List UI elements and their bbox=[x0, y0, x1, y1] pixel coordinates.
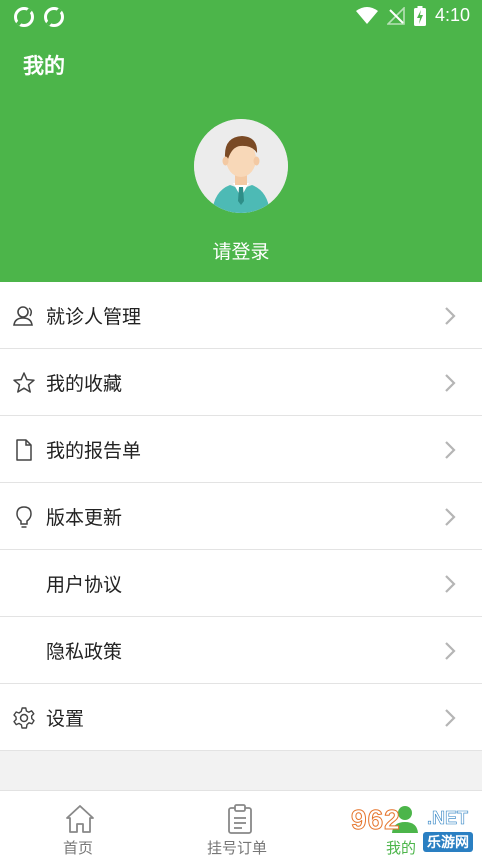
menu-item-version-update[interactable]: 版本更新 bbox=[0, 483, 482, 550]
avatar[interactable] bbox=[194, 119, 288, 213]
tab-label: 挂号订单 bbox=[207, 839, 268, 857]
wifi-icon bbox=[355, 6, 378, 24]
chevron-right-icon bbox=[445, 441, 456, 459]
chevron-right-icon bbox=[445, 307, 456, 325]
document-icon bbox=[16, 439, 32, 461]
tab-home[interactable]: 首页 bbox=[40, 791, 120, 858]
menu-item-patient-management[interactable]: 就诊人管理 bbox=[0, 282, 482, 349]
menu-item-label: 版本更新 bbox=[46, 507, 123, 529]
watermark-logo: 962 .NET 乐游网 bbox=[343, 800, 478, 856]
clipboard-icon bbox=[228, 804, 252, 834]
menu-item-reports[interactable]: 我的报告单 bbox=[0, 416, 482, 483]
menu-item-label: 我的收藏 bbox=[46, 373, 123, 395]
menu-item-label: 用户协议 bbox=[46, 574, 123, 596]
watermark-main: 962 bbox=[351, 804, 401, 836]
profile-menu: 就诊人管理 我的收藏 我的报告单 版本更新 用户协议 隐私政策 设置 bbox=[0, 282, 482, 751]
lightbulb-icon bbox=[16, 506, 32, 528]
profile-header: 4:10 我的 请登录 bbox=[0, 0, 482, 282]
menu-item-privacy-policy[interactable]: 隐私政策 bbox=[0, 617, 482, 684]
status-time: 4:10 bbox=[434, 5, 470, 25]
page-title: 我的 bbox=[23, 54, 65, 78]
user-avatar-icon bbox=[194, 119, 288, 213]
menu-item-label: 就诊人管理 bbox=[46, 306, 142, 328]
star-icon bbox=[13, 372, 35, 393]
no-signal-icon bbox=[386, 6, 405, 25]
chevron-right-icon bbox=[445, 508, 456, 526]
tab-registration-orders[interactable]: 挂号订单 bbox=[190, 791, 290, 858]
chevron-right-icon bbox=[445, 642, 456, 660]
chevron-right-icon bbox=[445, 374, 456, 392]
chevron-right-icon bbox=[445, 575, 456, 593]
app-sync-icon bbox=[14, 7, 34, 27]
person-icon bbox=[13, 306, 33, 326]
menu-item-user-agreement[interactable]: 用户协议 bbox=[0, 550, 482, 617]
battery-charging-icon bbox=[413, 5, 426, 26]
chevron-right-icon bbox=[445, 709, 456, 727]
menu-item-favorites[interactable]: 我的收藏 bbox=[0, 349, 482, 416]
status-bar: 4:10 bbox=[0, 0, 482, 34]
watermark-cn: 乐游网 bbox=[423, 832, 473, 852]
watermark-suffix: .NET bbox=[427, 808, 469, 829]
login-prompt[interactable]: 请登录 bbox=[0, 237, 482, 264]
menu-item-label: 隐私政策 bbox=[46, 641, 123, 663]
tab-label: 首页 bbox=[63, 839, 94, 857]
home-icon bbox=[66, 805, 94, 833]
menu-item-label: 我的报告单 bbox=[46, 440, 142, 462]
gear-icon bbox=[13, 707, 35, 729]
app-sync-icon bbox=[44, 7, 64, 27]
menu-item-settings[interactable]: 设置 bbox=[0, 684, 482, 751]
menu-item-label: 设置 bbox=[46, 708, 85, 730]
